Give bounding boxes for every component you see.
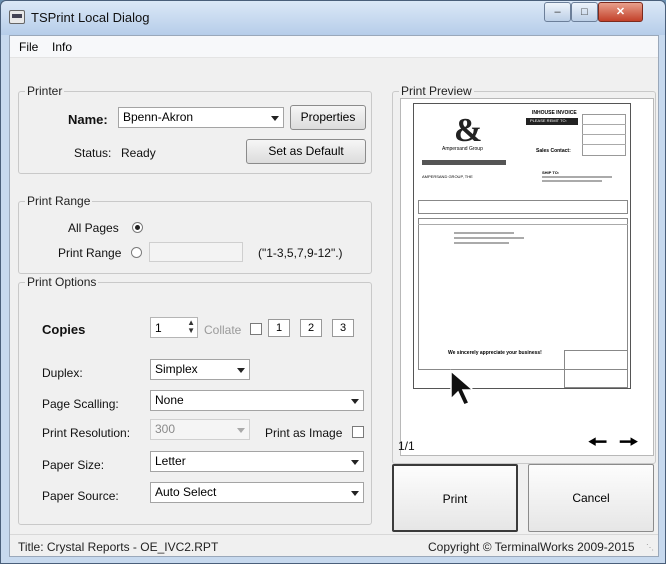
title-bar[interactable]: TSPrint Local Dialog – □ ✕ bbox=[1, 1, 665, 35]
print-resolution-label: Print Resolution: bbox=[42, 426, 131, 440]
all-pages-label: All Pages bbox=[68, 221, 119, 235]
resize-grip-icon[interactable]: ⋱ bbox=[646, 543, 654, 552]
copies-label: Copies bbox=[42, 322, 86, 337]
close-icon: ✕ bbox=[615, 6, 626, 18]
chevron-down-icon bbox=[237, 368, 245, 373]
preview-page: & Ampersand Group INHOUSE INVOICE PLEASE… bbox=[413, 103, 631, 389]
status-copyright: Copyright © TerminalWorks 2009-2015 bbox=[428, 540, 635, 554]
page-scaling-label: Page Scalling: bbox=[42, 397, 119, 411]
status-title: Title: Crystal Reports - OE_IVC2.RPT bbox=[18, 540, 219, 554]
printer-name-select[interactable]: Bpenn-Akron bbox=[118, 107, 284, 128]
copies-stepper[interactable]: 1 ▲ ▼ bbox=[150, 317, 198, 338]
paper-size-value: Letter bbox=[155, 454, 186, 468]
print-resolution-value: 300 bbox=[155, 422, 176, 436]
chevron-down-icon bbox=[351, 491, 359, 496]
window-title: TSPrint Local Dialog bbox=[31, 10, 150, 25]
previous-page-arrow-icon[interactable]: 🠔 bbox=[588, 431, 607, 453]
doc-please-remit: PLEASE REMIT TO: bbox=[526, 118, 578, 125]
properties-button[interactable]: Properties bbox=[290, 105, 366, 130]
collate-label: Collate bbox=[204, 323, 242, 337]
doc-company: Ampersand Group bbox=[442, 146, 483, 152]
preview-pane[interactable]: & Ampersand Group INHOUSE INVOICE PLEASE… bbox=[400, 98, 654, 456]
print-as-image-label: Print as Image bbox=[265, 426, 343, 440]
collate-page-icon-2: 2 bbox=[300, 319, 322, 337]
next-page-arrow-icon[interactable]: 🠖 bbox=[619, 431, 638, 453]
chevron-down-icon bbox=[351, 399, 359, 404]
page-scaling-select[interactable]: None bbox=[150, 390, 364, 411]
printer-legend: Printer bbox=[27, 84, 63, 98]
spin-arrows-icon[interactable]: ▲ ▼ bbox=[187, 319, 195, 335]
cancel-button[interactable]: Cancel bbox=[528, 464, 654, 532]
print-range-hint: ("1-3,5,7,9-12".) bbox=[258, 246, 343, 260]
paper-source-value: Auto Select bbox=[155, 485, 217, 499]
collate-page-icon-3: 3 bbox=[332, 319, 354, 337]
menu-file[interactable]: File bbox=[19, 40, 38, 54]
doc-line bbox=[454, 237, 524, 239]
paper-size-label: Paper Size: bbox=[42, 458, 105, 472]
paper-size-select[interactable]: Letter bbox=[150, 451, 364, 472]
printer-icon bbox=[9, 10, 25, 24]
chevron-down-icon bbox=[237, 428, 245, 433]
printer-status-label: Status: bbox=[74, 146, 112, 160]
collate-page-icon-1: 1 bbox=[268, 319, 290, 337]
doc-line bbox=[542, 180, 602, 182]
page-indicator: 1/1 bbox=[398, 439, 415, 453]
maximize-icon: □ bbox=[581, 6, 588, 18]
doc-address-bar bbox=[422, 160, 506, 165]
menu-bar: File Info bbox=[10, 36, 658, 58]
doc-order-table bbox=[418, 200, 628, 214]
print-as-image-checkbox[interactable] bbox=[352, 426, 364, 438]
duplex-value: Simplex bbox=[155, 362, 198, 376]
doc-line bbox=[542, 176, 612, 178]
doc-line bbox=[454, 232, 514, 234]
all-pages-radio[interactable] bbox=[132, 222, 143, 233]
duplex-select[interactable]: Simplex bbox=[150, 359, 250, 380]
print-range-legend: Print Range bbox=[27, 194, 91, 208]
doc-totals-box bbox=[564, 350, 628, 388]
paper-source-select[interactable]: Auto Select bbox=[150, 482, 364, 503]
minimize-button[interactable]: – bbox=[544, 2, 571, 22]
page-scaling-value: None bbox=[155, 393, 184, 407]
printer-status-value: Ready bbox=[121, 146, 156, 160]
print-range-label: Print Range bbox=[58, 246, 122, 260]
maximize-button[interactable]: □ bbox=[571, 2, 598, 22]
doc-line bbox=[582, 134, 626, 135]
dialog-client: File Info Printer Name: Bpenn-Akron Prop… bbox=[9, 35, 659, 557]
doc-line bbox=[418, 224, 628, 225]
doc-line bbox=[582, 144, 626, 145]
copies-value: 1 bbox=[155, 321, 162, 335]
status-bar: Title: Crystal Reports - OE_IVC2.RPT Cop… bbox=[10, 534, 658, 556]
doc-heading: INHOUSE INVOICE bbox=[532, 110, 577, 116]
chevron-down-icon bbox=[351, 460, 359, 465]
doc-bill-to: AMPERSAND GROUP, THE bbox=[422, 174, 473, 179]
doc-ship-to: SHIP TO: bbox=[542, 170, 560, 175]
print-preview-legend: Print Preview bbox=[401, 84, 472, 98]
printer-name-value: Bpenn-Akron bbox=[123, 110, 194, 124]
dialog-window: TSPrint Local Dialog – □ ✕ File Info Pri… bbox=[0, 0, 666, 564]
set-default-button[interactable]: Set as Default bbox=[246, 139, 366, 164]
print-options-legend: Print Options bbox=[27, 275, 97, 289]
duplex-label: Duplex: bbox=[42, 366, 83, 380]
close-button[interactable]: ✕ bbox=[598, 2, 643, 22]
doc-sales-contact: Sales Contact: bbox=[536, 148, 571, 154]
doc-line-items-table bbox=[418, 218, 628, 370]
printer-name-label: Name: bbox=[68, 112, 108, 127]
cursor-arrow-icon bbox=[450, 369, 476, 406]
chevron-down-icon bbox=[271, 116, 279, 121]
print-range-radio[interactable] bbox=[131, 247, 142, 258]
company-logo: & bbox=[454, 112, 483, 149]
doc-line bbox=[582, 124, 626, 125]
doc-invoice-box bbox=[582, 114, 626, 156]
doc-footer-note: We sincerely appreciate your business! bbox=[448, 350, 542, 356]
menu-info[interactable]: Info bbox=[52, 40, 72, 54]
doc-line bbox=[454, 242, 509, 244]
print-button[interactable]: Print bbox=[392, 464, 518, 532]
collate-checkbox[interactable] bbox=[250, 323, 262, 335]
print-resolution-select[interactable]: 300 bbox=[150, 419, 250, 440]
print-range-input[interactable] bbox=[149, 242, 243, 262]
paper-source-label: Paper Source: bbox=[42, 489, 119, 503]
minimize-icon: – bbox=[554, 6, 561, 18]
